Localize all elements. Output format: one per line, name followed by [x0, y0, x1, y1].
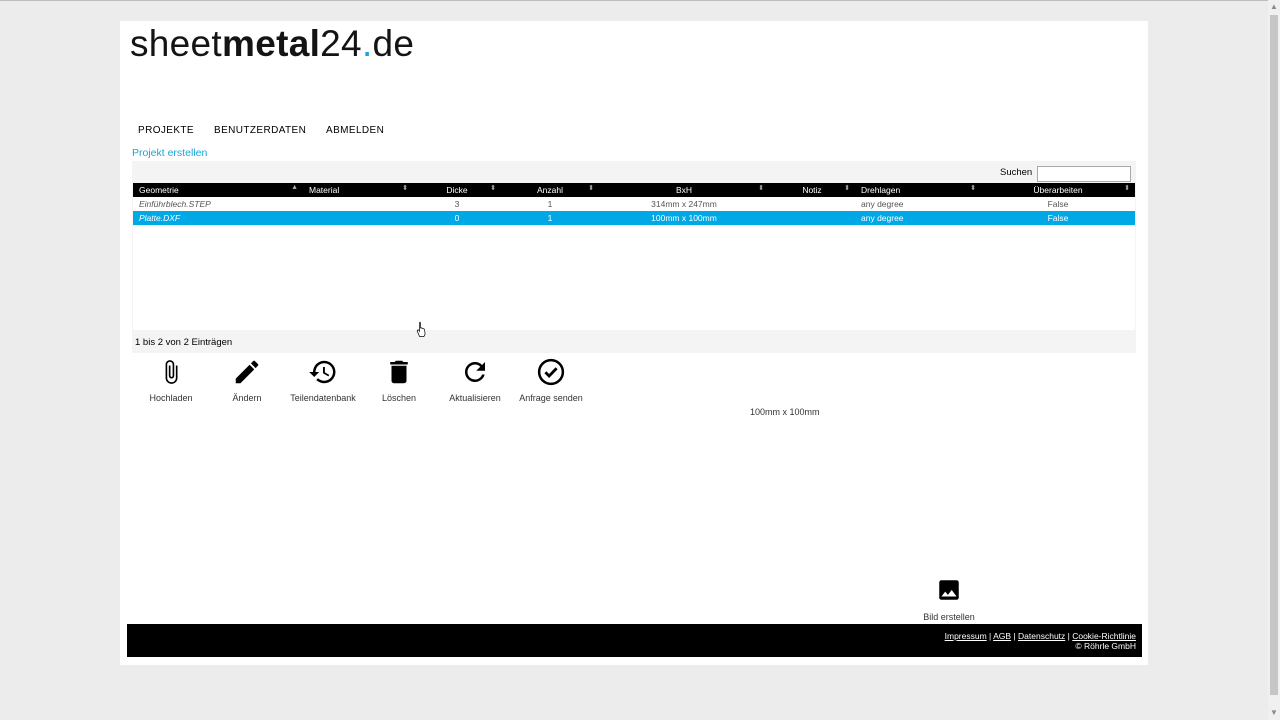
- nav-benutzerdaten[interactable]: BENUTZERDATEN: [214, 125, 306, 136]
- cell-geometrie: Platte.DXF: [133, 211, 303, 225]
- logo-dot: .: [361, 23, 373, 64]
- refresh-label: Aktualisieren: [449, 393, 501, 403]
- send-request-label: Anfrage senden: [519, 393, 583, 403]
- sort-icon: ⬍: [402, 185, 408, 192]
- trash-icon: [390, 360, 408, 384]
- history-icon: [309, 360, 336, 384]
- parts-database-label: Teilendatenbank: [290, 393, 356, 403]
- footer-copyright: © Röhrle GmbH: [1075, 641, 1136, 651]
- column-header-dicke[interactable]: Dicke ⬍: [413, 183, 501, 197]
- nav-projekte[interactable]: PROJEKTE: [138, 125, 194, 136]
- browser-top-border: [0, 0, 1268, 1]
- hand-cursor-icon: [416, 321, 428, 342]
- cell-drehlagen: any degree: [861, 199, 904, 209]
- paperclip-icon: [165, 360, 178, 384]
- cell-ueberarbeiten: False: [981, 211, 1135, 225]
- footer-link-impressum[interactable]: Impressum: [945, 631, 987, 641]
- search-label: Suchen: [1000, 167, 1033, 178]
- scroll-down-arrow-icon[interactable]: ▼: [1268, 706, 1280, 720]
- nav-abmelden[interactable]: ABMELDEN: [326, 125, 384, 136]
- sort-icon: ⬍: [970, 185, 976, 192]
- refresh-button[interactable]: Aktualisieren: [437, 357, 513, 403]
- refresh-icon: [464, 361, 485, 382]
- send-request-button[interactable]: Anfrage senden: [513, 357, 589, 403]
- parts-table: Geometrie ▲ Material ⬍ Dicke ⬍ Anzahl ⬍ BxH ⬍…: [133, 183, 1135, 225]
- cell-dicke: 3: [454, 199, 460, 209]
- logo-text-metal: metal: [222, 23, 321, 64]
- site-logo[interactable]: sheetmetal24.de: [130, 23, 414, 65]
- footer-links: Impressum | AGB | Datenschutz | Cookie-R…: [945, 631, 1136, 641]
- cell-notiz: [769, 197, 855, 211]
- logo-text-de: de: [372, 23, 415, 64]
- cell-dicke: 0: [413, 211, 501, 225]
- footer-separator: |: [1011, 631, 1019, 641]
- cell-drehlagen: any degree: [855, 211, 981, 225]
- pencil-icon: [235, 360, 259, 384]
- edit-button[interactable]: Ändern: [209, 357, 285, 403]
- column-header-anzahl[interactable]: Anzahl ⬍: [501, 183, 599, 197]
- sort-icon: ⬍: [844, 185, 850, 192]
- check-circle-icon: [537, 358, 565, 386]
- edit-label: Ändern: [232, 393, 262, 403]
- column-header-geometrie[interactable]: Geometrie ▲: [133, 183, 303, 197]
- cell-bxh: 314mm x 247mm: [651, 199, 717, 209]
- column-header-drehlagen[interactable]: Drehlagen ⬍: [855, 183, 981, 197]
- sort-icon: ⬍: [490, 185, 496, 192]
- image-icon: [939, 580, 959, 600]
- sort-icon: ⬍: [758, 185, 764, 192]
- table-info: 1 bis 2 von 2 Einträgen: [135, 337, 233, 348]
- cell-anzahl: 1: [547, 199, 553, 209]
- parts-database-button[interactable]: Teilendatenbank: [285, 357, 361, 403]
- footer-link-agb[interactable]: AGB: [993, 631, 1011, 641]
- footer-link-datenschutz[interactable]: Datenschutz: [1018, 631, 1065, 641]
- logo-text-sheet: sheet: [130, 23, 223, 64]
- create-project-link[interactable]: Projekt erstellen: [132, 147, 207, 159]
- footer: Impressum | AGB | Datenschutz | Cookie-R…: [127, 624, 1142, 657]
- column-header-notiz[interactable]: Notiz ⬍: [769, 183, 855, 197]
- table-header-row: Geometrie ▲ Material ⬍ Dicke ⬍ Anzahl ⬍ BxH ⬍…: [133, 183, 1135, 197]
- page-container: sheetmetal24.de PROJEKTE BENUTZERDATEN A…: [120, 21, 1148, 665]
- footer-link-cookie-richtlinie[interactable]: Cookie-Richtlinie: [1072, 631, 1136, 641]
- scroll-up-arrow-icon[interactable]: ▲: [1268, 0, 1280, 14]
- sort-icon: ⬍: [1124, 185, 1130, 192]
- logo-text-24: 24: [320, 23, 362, 64]
- cell-bxh: 100mm x 100mm: [599, 211, 769, 225]
- column-header-bxh[interactable]: BxH ⬍: [599, 183, 769, 197]
- upload-label: Hochladen: [149, 393, 193, 403]
- delete-button[interactable]: Löschen: [361, 357, 437, 403]
- cell-ueberarbeiten: False: [1047, 199, 1069, 209]
- cell-material: [303, 211, 413, 225]
- preview-dimension-label: 100mm x 100mm: [750, 407, 820, 417]
- table-row-selected[interactable]: Platte.DXF 0 1 100mm x 100mm any degree …: [133, 211, 1135, 225]
- upload-button[interactable]: Hochladen: [133, 357, 209, 403]
- cell-notiz: [769, 211, 855, 225]
- sort-asc-icon: ▲: [291, 184, 298, 191]
- sort-icon: ⬍: [588, 185, 594, 192]
- cell-material: [303, 197, 413, 211]
- column-header-ueberarbeiten[interactable]: Überarbeiten ⬍: [981, 183, 1135, 197]
- create-image-button[interactable]: Bild erstellen: [910, 577, 988, 622]
- parts-table-wrapper: Suchen Geometrie ▲ Material ⬍ Dicke ⬍ Anzah…: [132, 161, 1136, 353]
- cell-anzahl: 1: [501, 211, 599, 225]
- cell-geometrie: Einführblech.STEP: [139, 199, 211, 209]
- table-row[interactable]: Einführblech.STEP 3 1 314mm x 247mm any …: [133, 197, 1135, 211]
- column-header-material[interactable]: Material ⬍: [303, 183, 413, 197]
- page-scrollbar[interactable]: ▲ ▼: [1268, 0, 1280, 720]
- delete-label: Löschen: [381, 393, 417, 403]
- action-toolbar: Hochladen Ändern Teilendatenbank Löschen…: [130, 357, 583, 407]
- table-empty-space: [133, 227, 1135, 330]
- search-input[interactable]: [1037, 166, 1131, 182]
- create-image-label: Bild erstellen: [923, 612, 975, 622]
- scrollbar-thumb[interactable]: [1270, 15, 1278, 695]
